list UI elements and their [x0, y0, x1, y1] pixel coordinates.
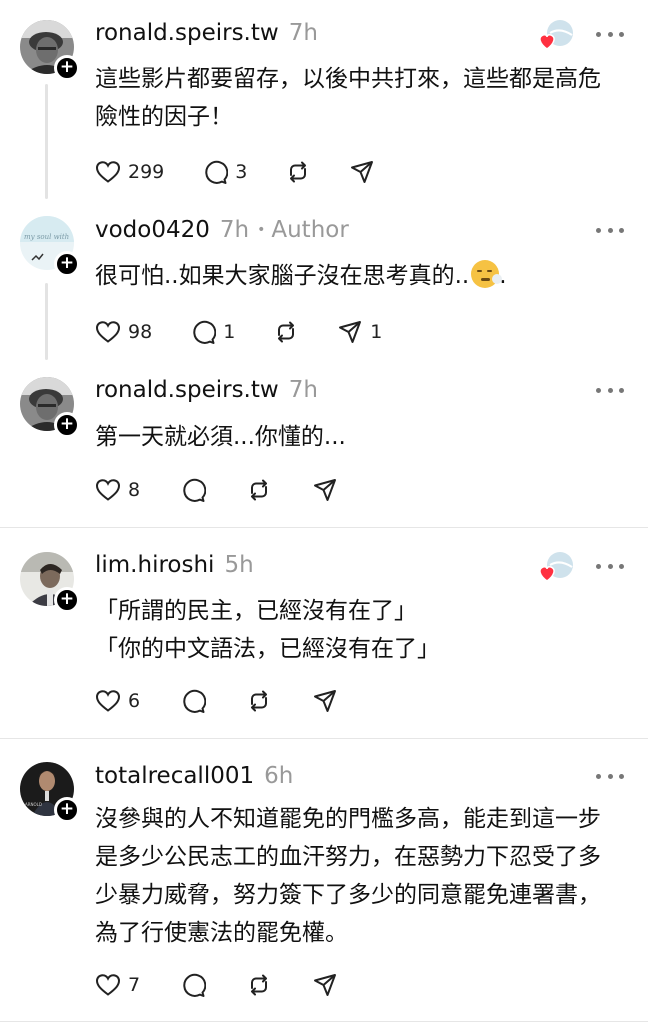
post-header: ronald.speirs.tw 7h [95, 18, 318, 48]
heart-icon [95, 161, 121, 183]
post-header: ronald.speirs.tw 7h [95, 375, 318, 405]
comment-icon [183, 973, 207, 997]
reply-count: 3 [235, 161, 248, 183]
liked-by-author-icon [538, 551, 574, 582]
repost-button[interactable] [246, 475, 272, 505]
username[interactable]: lim.hiroshi [95, 552, 214, 578]
follow-plus-icon[interactable]: + [54, 412, 80, 438]
reply-button[interactable]: 3 [202, 157, 247, 187]
username[interactable]: vodo0420 [95, 217, 210, 243]
divider [0, 1021, 648, 1022]
repost-button[interactable] [285, 157, 311, 187]
like-count: 7 [128, 974, 141, 996]
share-icon [339, 321, 362, 343]
author-label: Author [257, 217, 348, 243]
replies-feed: + ronald.speirs.tw 7h 這些影片都要留存，以後中共打來，這些… [0, 0, 648, 1024]
reply-button[interactable] [180, 475, 207, 505]
heart-icon [95, 321, 121, 343]
divider [0, 738, 648, 739]
like-button[interactable]: 299 [95, 157, 164, 187]
repost-icon [251, 690, 268, 712]
repost-button[interactable] [273, 317, 299, 347]
post-text: 「所謂的民主，已經沒有在了」 「你的中文語法，已經沒有在了」 [95, 598, 440, 662]
follow-plus-icon[interactable]: + [54, 251, 80, 277]
post-actions: 7 [95, 970, 338, 1000]
username[interactable]: totalrecall001 [95, 763, 254, 789]
share-icon [351, 161, 374, 183]
liked-by-author-icon [538, 19, 574, 50]
share-count: 1 [370, 321, 383, 343]
timestamp: 5h [224, 552, 254, 578]
like-button[interactable]: 7 [95, 970, 140, 1000]
more-icon[interactable] [596, 772, 624, 780]
post-actions: 6 [95, 686, 338, 716]
share-button[interactable] [312, 970, 338, 1000]
username[interactable]: ronald.speirs.tw [95, 20, 279, 46]
timestamp: 7h [219, 217, 250, 243]
username[interactable]: ronald.speirs.tw [95, 377, 279, 403]
like-count: 8 [128, 479, 141, 501]
repost-icon [251, 479, 268, 501]
more-icon[interactable] [596, 386, 624, 394]
heart-icon [95, 690, 121, 712]
follow-plus-icon[interactable]: + [54, 587, 80, 613]
reply-button[interactable] [180, 686, 207, 716]
share-button[interactable]: 1 [337, 317, 382, 347]
reply-count: 1 [223, 321, 236, 343]
post-text: 第一天就必須...你懂的... [95, 424, 346, 450]
comment-icon [205, 160, 229, 184]
comment-icon [183, 689, 207, 713]
divider [0, 527, 648, 528]
share-icon [314, 690, 337, 712]
more-icon[interactable] [596, 30, 624, 38]
post-text: 沒參與的人不知道罷免的門檻多高，能走到這一步 是多少公民志工的血汗努力，在惡勢力… [95, 806, 601, 946]
face-exhaling-emoji-icon [471, 260, 503, 288]
share-icon [314, 974, 337, 996]
repost-icon [278, 321, 295, 343]
like-button[interactable]: 6 [95, 686, 140, 716]
comment-icon [193, 320, 217, 344]
more-icon[interactable] [596, 562, 624, 570]
post-text-content: 很可怕..如果大家腦子沒在思考真的.. [95, 263, 470, 289]
like-count: 6 [128, 690, 141, 712]
post-actions: 299 3 [95, 157, 375, 187]
follow-plus-icon[interactable]: + [54, 797, 80, 823]
svg-text:my soul with: my soul with [24, 233, 69, 241]
thread-connector [45, 283, 48, 360]
share-button[interactable] [349, 157, 375, 187]
reply-button[interactable]: 1 [190, 317, 235, 347]
like-button[interactable]: 98 [95, 317, 152, 347]
svg-text:ARNOLD: ARNOLD [25, 802, 42, 807]
share-button[interactable] [312, 686, 338, 716]
post-actions: 8 [95, 475, 338, 505]
post-actions: 98 1 1 [95, 317, 382, 347]
post-text: 這些影片都要留存，以後中共打來，這些都是高危 險性的因子！ [95, 66, 601, 130]
timestamp: 7h [288, 20, 318, 46]
repost-icon [290, 161, 307, 183]
timestamp: 7h [288, 377, 318, 403]
heart-icon [95, 974, 121, 996]
more-icon[interactable] [596, 226, 624, 234]
post-text: 很可怕..如果大家腦子沒在思考真的... [95, 257, 635, 295]
heart-icon [95, 479, 121, 501]
share-icon [314, 479, 337, 501]
timestamp: 6h [264, 763, 294, 789]
post-header: totalrecall001 6h [95, 761, 293, 791]
post-header: lim.hiroshi 5h [95, 550, 254, 580]
like-count: 299 [128, 161, 165, 183]
repost-button[interactable] [246, 686, 272, 716]
repost-button[interactable] [246, 970, 272, 1000]
reply-button[interactable] [180, 970, 207, 1000]
share-button[interactable] [312, 475, 338, 505]
like-button[interactable]: 8 [95, 475, 140, 505]
follow-plus-icon[interactable]: + [54, 55, 80, 81]
comment-icon [183, 478, 207, 502]
post-header: vodo0420 7h Author [95, 215, 349, 245]
like-count: 98 [128, 321, 153, 343]
thread-connector [45, 84, 48, 199]
repost-icon [251, 974, 268, 996]
